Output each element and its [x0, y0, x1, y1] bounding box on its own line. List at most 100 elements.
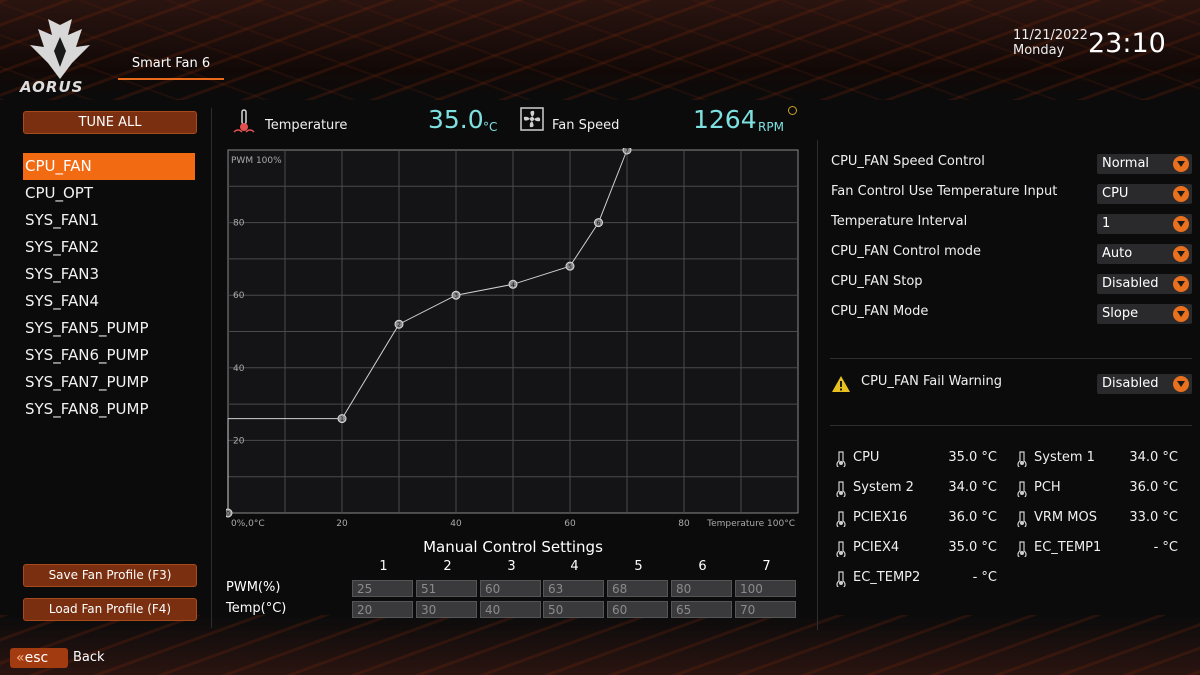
- sensor-name: EC_TEMP2: [853, 570, 921, 585]
- temp-input[interactable]: 50: [543, 601, 604, 618]
- setting-dropdown[interactable]: Normal: [1097, 154, 1192, 174]
- column-header: 7: [762, 559, 771, 574]
- sensor-name: System 1: [1034, 450, 1095, 465]
- fan-item[interactable]: SYS_FAN7_PUMP: [23, 369, 195, 396]
- right-divider: [817, 140, 818, 630]
- pwm-input[interactable]: 60: [480, 580, 541, 597]
- setting-label: Temperature Interval: [831, 214, 968, 229]
- manual-control-title: Manual Control Settings: [423, 538, 603, 556]
- curve-point-label: 7: [625, 148, 629, 155]
- sensor-name: PCIEX16: [853, 510, 908, 525]
- fan-list: CPU_FAN CPU_OPT SYS_FAN1 SYS_FAN2 SYS_FAN3 SY…: [23, 153, 195, 423]
- temp-input[interactable]: 20: [352, 601, 413, 618]
- thermometer-icon: [1017, 481, 1027, 497]
- setting-value: Normal: [1102, 156, 1150, 171]
- column-header: 3: [507, 559, 516, 574]
- x-tick-label: 20: [336, 519, 348, 529]
- y-tick-label: 60: [233, 291, 245, 301]
- temp-input[interactable]: 40: [480, 601, 541, 618]
- x-tick-label: 80: [678, 519, 690, 529]
- setting-label: CPU_FAN Stop: [831, 274, 923, 289]
- temperature-label: Temperature: [265, 118, 348, 133]
- sensor-value: 35.0 °C: [948, 540, 997, 555]
- thermometer-icon: [836, 541, 846, 557]
- temp-input[interactable]: 65: [671, 601, 732, 618]
- temp-input[interactable]: 60: [607, 601, 668, 618]
- sensor-value: 36.0 °C: [1129, 480, 1178, 495]
- fan-speed-label: Fan Speed: [552, 118, 620, 133]
- tab-smart-fan-6[interactable]: Smart Fan 6: [118, 56, 224, 80]
- x-tick-label: 40: [450, 519, 462, 529]
- fan-item[interactable]: CPU_FAN: [23, 153, 195, 180]
- left-divider: [211, 108, 212, 628]
- curve-point-label: 5: [568, 264, 572, 271]
- sensor-name: PCH: [1034, 480, 1061, 495]
- setting-dropdown[interactable]: Auto: [1097, 244, 1192, 264]
- setting-dropdown[interactable]: Disabled: [1097, 274, 1192, 294]
- pwm-input[interactable]: 80: [671, 580, 732, 597]
- thermometer-icon: [233, 109, 255, 133]
- fan-curve-chart[interactable]: PWM 100%Temperature 100°C0%,0°C 20 40 60 802…: [226, 148, 800, 533]
- esc-button[interactable]: «esc: [10, 648, 68, 668]
- sensor-value: 36.0 °C: [948, 510, 997, 525]
- day-text: Monday: [1013, 43, 1065, 58]
- fan-item[interactable]: SYS_FAN5_PUMP: [23, 315, 195, 342]
- sensor-name: EC_TEMP1: [1034, 540, 1102, 555]
- thermometer-icon: [836, 451, 846, 467]
- thermometer-icon: [836, 481, 846, 497]
- y-tick-label: 40: [233, 364, 245, 374]
- temperature-value: 35.0: [428, 105, 484, 134]
- chevron-down-icon: [1173, 276, 1189, 292]
- warning-icon: [832, 376, 850, 392]
- pwm-input[interactable]: 25: [352, 580, 413, 597]
- fan-item[interactable]: SYS_FAN3: [23, 261, 195, 288]
- fan-item[interactable]: SYS_FAN2: [23, 234, 195, 261]
- fail-warning-value: Disabled: [1102, 376, 1159, 391]
- fan-item[interactable]: SYS_FAN1: [23, 207, 195, 234]
- date-text: 11/21/2022: [1013, 28, 1088, 43]
- load-fan-profile-button[interactable]: Load Fan Profile (F4): [23, 598, 197, 621]
- sensor-value: 34.0 °C: [948, 480, 997, 495]
- sensor-value: - °C: [1153, 540, 1178, 555]
- setting-value: CPU: [1102, 186, 1129, 201]
- tune-all-button[interactable]: TUNE ALL: [23, 111, 197, 134]
- save-fan-profile-button[interactable]: Save Fan Profile (F3): [23, 564, 197, 587]
- setting-dropdown[interactable]: Slope: [1097, 304, 1192, 324]
- date-display: 11/21/2022 Monday: [1013, 28, 1088, 58]
- setting-dropdown[interactable]: CPU: [1097, 184, 1192, 204]
- fail-warning-label: CPU_FAN Fail Warning: [861, 374, 1003, 389]
- chevron-down-icon: [1173, 246, 1189, 262]
- column-header: 5: [634, 559, 643, 574]
- curve-point-label: 1: [340, 416, 344, 423]
- column-header: 1: [379, 559, 388, 574]
- fail-warning-dropdown[interactable]: Disabled: [1097, 374, 1192, 394]
- curve-point-label: 3: [454, 293, 458, 300]
- time-display: 23:10: [1088, 28, 1166, 59]
- fan-item[interactable]: SYS_FAN6_PUMP: [23, 342, 195, 369]
- setting-dropdown[interactable]: 1: [1097, 214, 1192, 234]
- y-tick-label: 20: [233, 436, 245, 446]
- sensor-name: System 2: [853, 480, 914, 495]
- esc-label: esc: [24, 650, 49, 666]
- fan-item[interactable]: SYS_FAN8_PUMP: [23, 396, 195, 423]
- fan-item[interactable]: SYS_FAN4: [23, 288, 195, 315]
- setting-label: CPU_FAN Speed Control: [831, 154, 985, 169]
- column-header: 4: [570, 559, 579, 574]
- pwm-input[interactable]: 63: [543, 580, 604, 597]
- y-axis-label: PWM 100%: [231, 156, 282, 166]
- pwm-input[interactable]: 51: [416, 580, 477, 597]
- origin-label: 0%,0°C: [231, 519, 265, 529]
- pwm-input[interactable]: 100: [735, 580, 796, 597]
- setting-value: Disabled: [1102, 276, 1159, 291]
- brand-name: AORUS: [20, 78, 84, 96]
- fan-item[interactable]: CPU_OPT: [23, 180, 195, 207]
- temp-row-label: Temp(°C): [226, 601, 287, 616]
- temp-input[interactable]: 70: [735, 601, 796, 618]
- chevron-down-icon: [1173, 306, 1189, 322]
- fan-speed-unit: RPM: [758, 120, 784, 134]
- pwm-input[interactable]: 68: [607, 580, 668, 597]
- fan-icon: [520, 107, 544, 131]
- temp-input[interactable]: 30: [416, 601, 477, 618]
- curve-point-label: 4: [511, 282, 515, 289]
- back-label: Back: [73, 650, 105, 665]
